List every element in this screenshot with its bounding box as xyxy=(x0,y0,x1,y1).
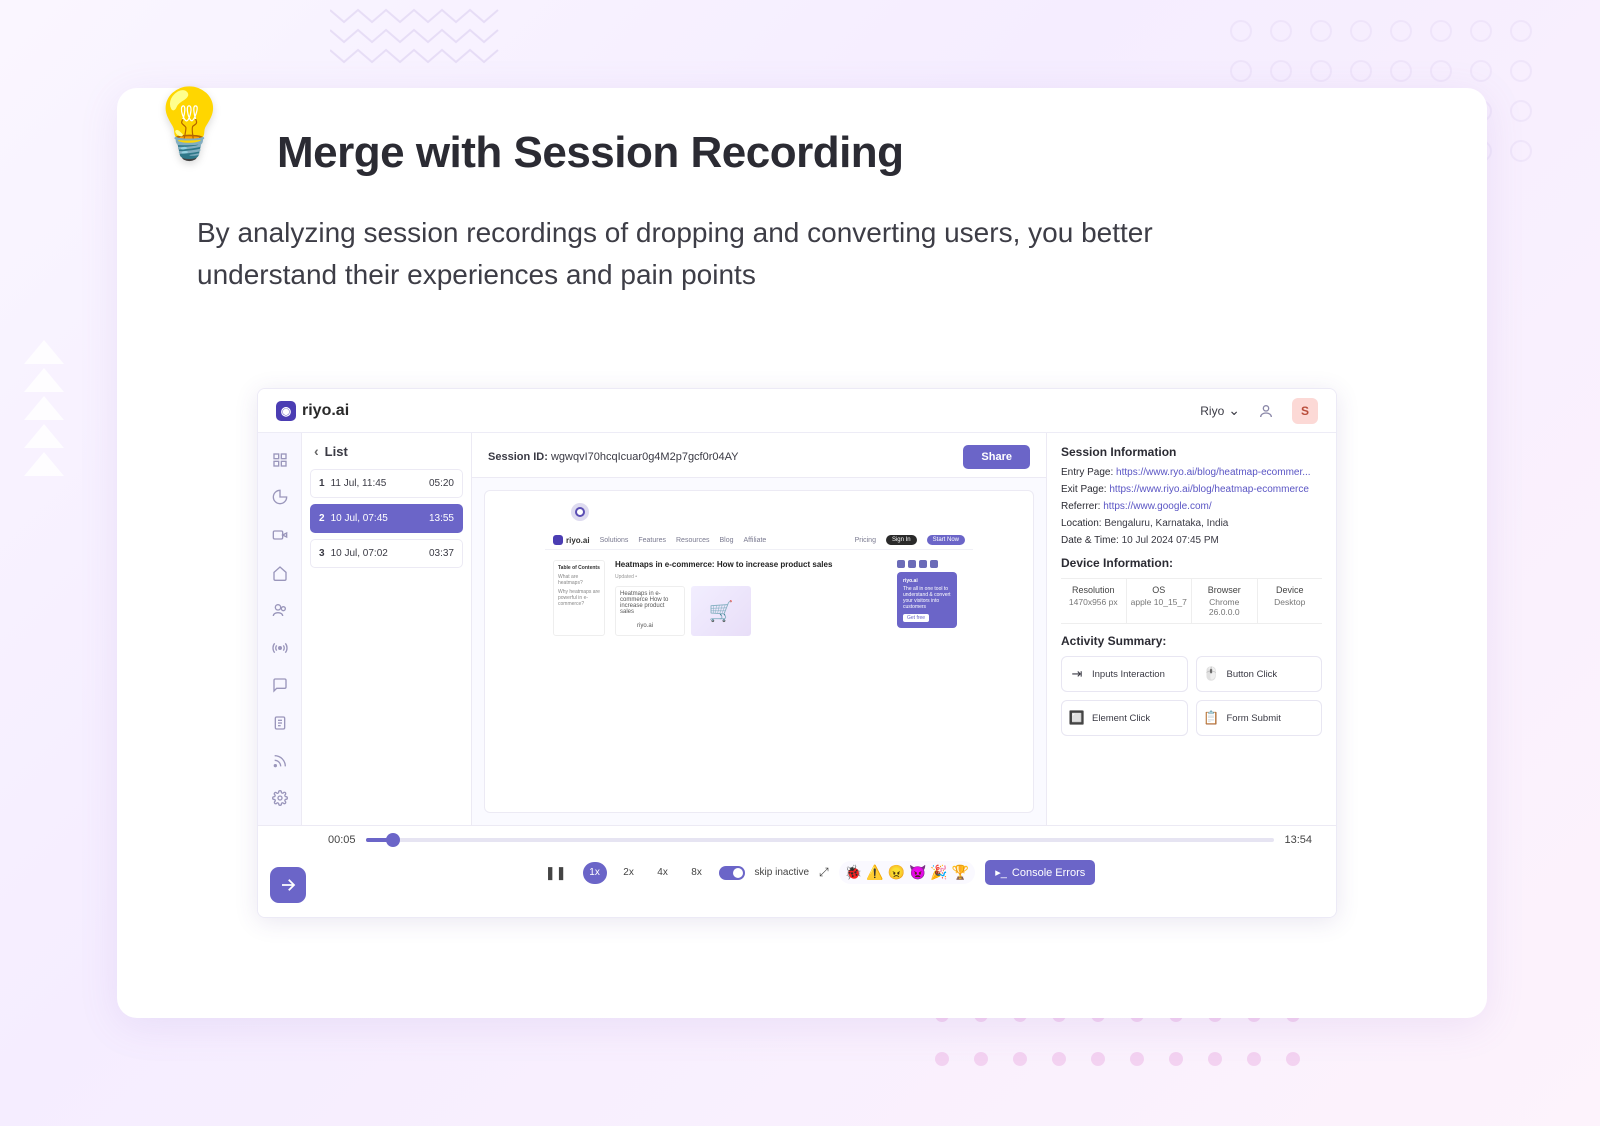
warning-filter-icon[interactable]: ⚠️ xyxy=(866,864,883,881)
left-nav xyxy=(258,433,302,825)
collapse-sidebar-button[interactable] xyxy=(270,867,306,903)
speed-8x[interactable]: 8x xyxy=(685,862,709,884)
session-header: Session ID: wgwqvI70hcqIcuar0g4M2p7gcf0r… xyxy=(472,433,1046,478)
session-row[interactable]: 3 10 Jul, 07:02 03:37 xyxy=(310,539,463,568)
time-current: 00:05 xyxy=(328,834,356,846)
brand-name: riyo.ai xyxy=(302,402,349,420)
form-submit-icon: 📋 xyxy=(1203,709,1221,727)
nav-chat-icon[interactable] xyxy=(271,677,289,695)
entry-page: Entry Page: https://www.ryo.ai/blog/heat… xyxy=(1061,467,1322,478)
time-total: 13:54 xyxy=(1284,834,1312,846)
seek-track[interactable] xyxy=(366,838,1275,842)
goal-filter-icon[interactable]: 🎉 xyxy=(930,864,947,881)
speed-4x[interactable]: 4x xyxy=(651,862,675,884)
center-panel: Session ID: wgwqvI70hcqIcuar0g4M2p7gcf0r… xyxy=(472,433,1046,825)
element-click-icon: 🔲 xyxy=(1068,709,1086,727)
activity-inputs[interactable]: ⇥Inputs Interaction xyxy=(1061,656,1188,692)
console-errors-button[interactable]: ▸_ Console Errors xyxy=(985,860,1095,885)
session-id: Session ID: wgwqvI70hcqIcuar0g4M2p7gcf0r… xyxy=(488,451,739,463)
device-grid: Resolution1470x956 px OSapple 10_15_7 Br… xyxy=(1061,578,1322,624)
session-row[interactable]: 1 11 Jul, 11:45 05:20 xyxy=(310,469,463,498)
rage-filter-icon[interactable]: 👿 xyxy=(909,864,926,881)
decor-zigzag xyxy=(330,0,500,70)
terminal-icon: ▸_ xyxy=(995,866,1007,879)
fullscreen-icon[interactable]: ⤢ xyxy=(819,865,829,880)
session-row[interactable]: 2 10 Jul, 07:45 13:55 xyxy=(310,504,463,533)
workspace-selector[interactable]: Riyo xyxy=(1200,402,1240,419)
inputs-icon: ⇥ xyxy=(1068,665,1086,683)
nav-live-icon[interactable] xyxy=(271,639,289,657)
bug-filter-icon[interactable]: 🐞 xyxy=(845,864,862,881)
activity-title: Activity Summary: xyxy=(1061,634,1322,648)
app-logo[interactable]: ◉ riyo.ai xyxy=(276,401,349,421)
referrer: Referrer: https://www.google.com/ xyxy=(1061,501,1322,512)
timeline: 00:05 13:54 xyxy=(328,834,1312,846)
recording-preview[interactable]: riyo.ai Solutions Features Resources Blo… xyxy=(484,490,1034,813)
skip-inactive-toggle[interactable] xyxy=(719,866,745,880)
nav-users-icon[interactable] xyxy=(271,601,289,619)
logo-icon: ◉ xyxy=(276,401,296,421)
nav-analytics-icon[interactable] xyxy=(271,489,289,507)
nav-dashboard-icon[interactable] xyxy=(271,451,289,469)
session-list-panel: ‹ List 1 11 Jul, 11:45 05:20 2 10 Jul, 0… xyxy=(302,433,472,825)
skip-inactive-label: skip inactive xyxy=(755,867,809,878)
cursor-indicator-icon xyxy=(575,507,585,517)
datetime: Date & Time: 10 Jul 2024 07:45 PM xyxy=(1061,535,1322,546)
avatar[interactable]: S xyxy=(1292,398,1318,424)
nav-heatmap-icon[interactable] xyxy=(271,564,289,582)
event-filter-tray: 🐞 ⚠️ 😠 👿 🎉 🏆 xyxy=(839,861,976,884)
decor-triangles xyxy=(24,340,64,476)
feature-card: 💡 Merge with Session Recording By analyz… xyxy=(117,88,1487,1018)
nav-recordings-icon[interactable] xyxy=(271,526,289,544)
player-bar: 00:05 13:54 ❚❚ 1x 2x 4x 8x skip inactive… xyxy=(258,825,1336,917)
location: Location: Bengaluru, Karnataka, India xyxy=(1061,518,1322,529)
feature-title: Merge with Session Recording xyxy=(277,128,1427,178)
app-header: ◉ riyo.ai Riyo S xyxy=(258,389,1336,433)
speed-2x[interactable]: 2x xyxy=(617,862,641,884)
nav-forms-icon[interactable] xyxy=(271,714,289,732)
share-button[interactable]: Share xyxy=(963,445,1030,469)
device-info-title: Device Information: xyxy=(1061,556,1322,570)
session-info-title: Session Information xyxy=(1061,445,1322,459)
pause-button[interactable]: ❚❚ xyxy=(545,865,567,881)
activity-form[interactable]: 📋Form Submit xyxy=(1196,700,1323,736)
workspace-name: Riyo xyxy=(1200,404,1224,418)
list-title: List xyxy=(325,444,348,459)
mini-page: riyo.ai Solutions Features Resources Blo… xyxy=(545,531,973,802)
speed-1x[interactable]: 1x xyxy=(583,862,607,884)
info-panel: Session Information Entry Page: https://… xyxy=(1046,433,1336,825)
frustration-filter-icon[interactable]: 😠 xyxy=(888,864,905,881)
button-click-icon: 🖱️ xyxy=(1203,665,1221,683)
trophy-filter-icon[interactable]: 🏆 xyxy=(952,864,969,881)
user-settings-icon[interactable] xyxy=(1254,399,1278,423)
list-back-button[interactable]: ‹ List xyxy=(310,443,463,459)
feature-description: By analyzing session recordings of dropp… xyxy=(197,212,1297,296)
exit-page: Exit Page: https://www.riyo.ai/blog/heat… xyxy=(1061,484,1322,495)
activity-button[interactable]: 🖱️Button Click xyxy=(1196,656,1323,692)
activity-element[interactable]: 🔲Element Click xyxy=(1061,700,1188,736)
nav-settings-icon[interactable] xyxy=(271,789,289,807)
app-screenshot: ◉ riyo.ai Riyo S xyxy=(257,388,1337,918)
chevron-left-icon: ‹ xyxy=(314,443,319,459)
nav-feed-icon[interactable] xyxy=(271,752,289,770)
lightbulb-icon: 💡 xyxy=(147,84,232,164)
seek-handle-icon[interactable] xyxy=(386,833,400,847)
